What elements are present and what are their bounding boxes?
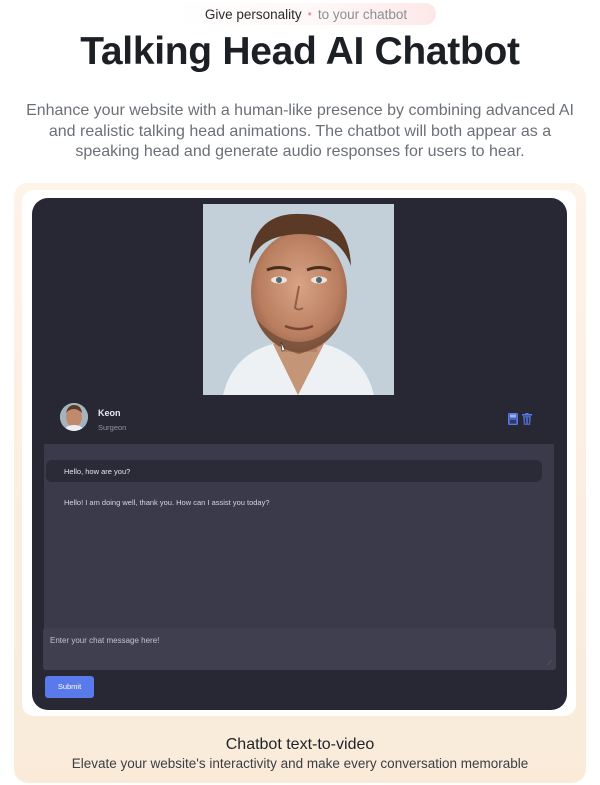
avatar: [60, 403, 88, 431]
resize-handle-icon[interactable]: ⟋: [547, 660, 552, 667]
tagline-pill: Give personality • to your chatbot: [176, 3, 436, 25]
message-user: Hello, how are you?: [46, 460, 542, 482]
message-assistant: Hello! I am doing well, thank you. How c…: [64, 498, 270, 507]
talking-head-video: [203, 204, 394, 395]
tagline-strong: Give personality: [204, 6, 302, 22]
caption-title: Chatbot text-to-video: [225, 736, 375, 753]
chat-input-placeholder: Enter your chat message here!: [50, 636, 160, 645]
page-description: Enhance your website with a human-like p…: [26, 102, 574, 160]
chat-message-input[interactable]: Enter your chat message here! ⟋: [43, 628, 556, 670]
save-icon[interactable]: [508, 413, 518, 425]
tagline-light: to your chatbot: [317, 6, 408, 22]
page-title: Talking Head AI Chatbot: [80, 30, 520, 73]
tagline-separator: •: [307, 7, 312, 21]
profile-role: Surgeon: [98, 423, 127, 432]
profile-name: Keon: [98, 408, 121, 418]
caption-subtitle: Elevate your website's interactivity and…: [71, 756, 529, 771]
trash-icon[interactable]: [522, 413, 532, 425]
submit-button[interactable]: Submit: [45, 676, 94, 698]
